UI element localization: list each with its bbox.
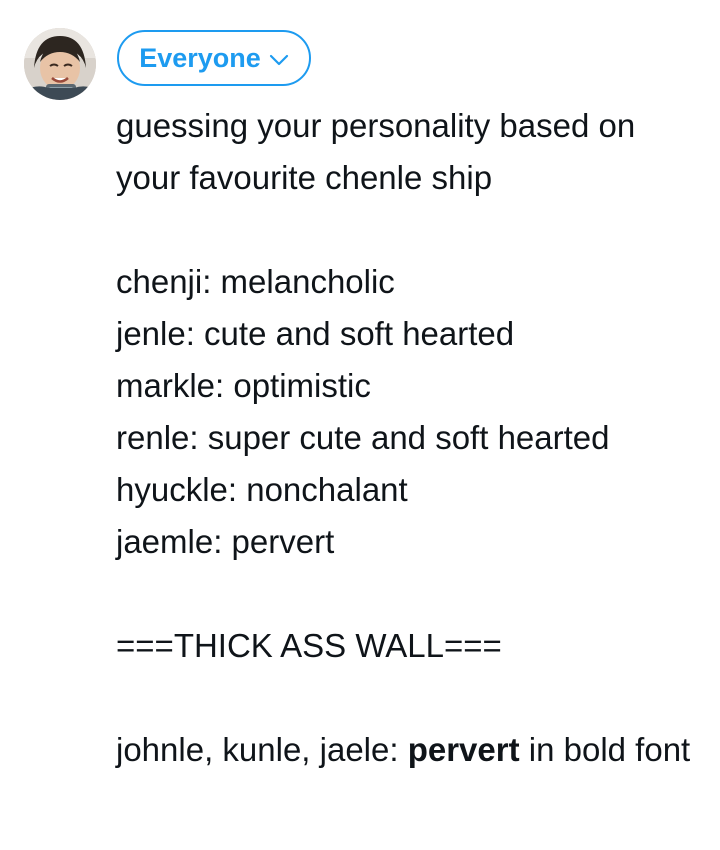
final-prefix: johnle, kunle, jaele:	[116, 731, 408, 768]
audience-selector-button[interactable]: Everyone	[117, 30, 311, 86]
tweet-line-intro-2: your favourite chenle ship	[116, 159, 493, 196]
ship-line-jenle: jenle: cute and soft hearted	[116, 315, 515, 352]
ship-line-jaemle: jaemle: pervert	[116, 523, 335, 560]
tweet-line-intro-1: guessing your personality based on	[116, 107, 636, 144]
ship-line-markle: markle: optimistic	[116, 367, 371, 404]
wall-line: ===THICK ASS WALL===	[116, 627, 502, 664]
tweet-text-area[interactable]: guessing your personality based on your …	[116, 100, 706, 776]
ship-line-hyuckle: hyuckle: nonchalant	[116, 471, 408, 508]
final-line: johnle, kunle, jaele: pervert in bold fo…	[116, 724, 706, 776]
ship-line-renle: renle: super cute and soft hearted	[116, 419, 610, 456]
audience-label: Everyone	[139, 42, 261, 73]
ship-line-chenji: chenji: melancholic	[116, 263, 395, 300]
chevron-down-icon	[269, 54, 289, 66]
final-bold-word: pervert	[407, 731, 520, 768]
final-suffix: in bold font	[519, 731, 691, 768]
avatar[interactable]	[24, 28, 96, 100]
profile-photo-icon	[24, 28, 96, 100]
